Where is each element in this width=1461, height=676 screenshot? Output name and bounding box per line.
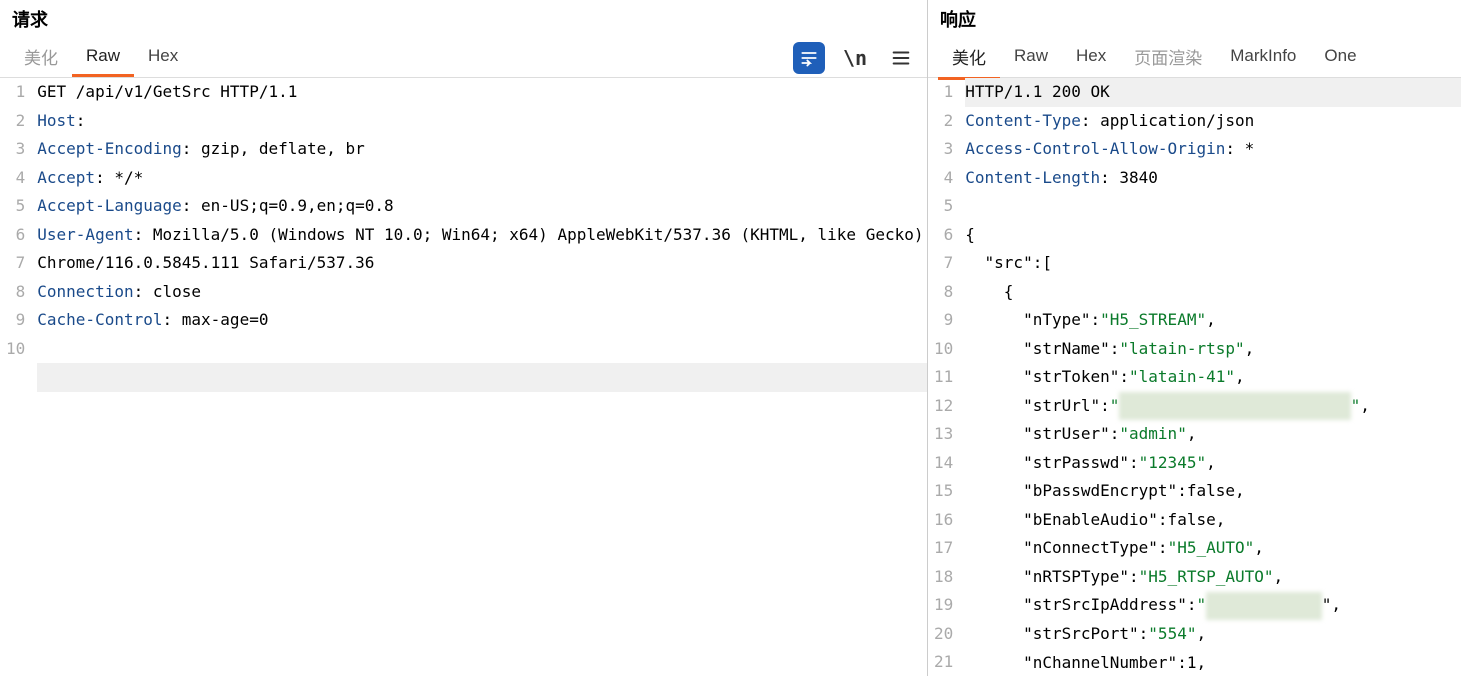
code-line[interactable]: Connection: close — [37, 278, 927, 307]
response-tabbar: 美化 Raw Hex 页面渲染 MarkInfo One — [928, 38, 1461, 78]
code-line[interactable] — [965, 192, 1461, 221]
code-line[interactable]: GET /api/v1/GetSrc HTTP/1.1 — [37, 78, 927, 107]
response-code[interactable]: 123456789101112131415161718192021 HTTP/1… — [928, 78, 1461, 676]
code-line[interactable]: Accept-Encoding: gzip, deflate, br — [37, 135, 927, 164]
code-line[interactable]: "strUrl":"████████████████████████", — [965, 392, 1461, 421]
code-line[interactable]: "strPasswd":"12345", — [965, 449, 1461, 478]
code-line[interactable]: User-Agent: Mozilla/5.0 (Windows NT 10.0… — [37, 221, 927, 278]
code-line[interactable]: "nType":"H5_STREAM", — [965, 306, 1461, 335]
code-line[interactable]: Cache-Control: max-age=0 — [37, 306, 927, 335]
code-line[interactable]: Accept-Language: en-US;q=0.9,en;q=0.8 — [37, 192, 927, 221]
tab-response-raw[interactable]: Raw — [1000, 38, 1062, 77]
code-line[interactable]: { — [965, 278, 1461, 307]
request-toolbar: \n — [793, 42, 917, 74]
code-line[interactable]: Content-Type: application/json — [965, 107, 1461, 136]
tab-response-pretty[interactable]: 美化 — [938, 36, 1000, 80]
menu-icon[interactable] — [885, 42, 917, 74]
tab-request-pretty[interactable]: 美化 — [10, 36, 72, 80]
code-line[interactable]: "bPasswdEncrypt":false, — [965, 477, 1461, 506]
code-line[interactable]: "strSrcIpAddress":"████████████", — [965, 591, 1461, 620]
code-line[interactable]: Access-Control-Allow-Origin: * — [965, 135, 1461, 164]
code-line[interactable]: "nChannelNumber":1, — [965, 649, 1461, 676]
tab-response-markinfo[interactable]: MarkInfo — [1216, 38, 1310, 77]
code-line[interactable]: Host: — [37, 107, 927, 136]
code-line[interactable]: Accept: */* — [37, 164, 927, 193]
response-pane: 响应 美化 Raw Hex 页面渲染 MarkInfo One 12345678… — [928, 0, 1461, 676]
code-line[interactable]: "src":[ — [965, 249, 1461, 278]
tab-response-render[interactable]: 页面渲染 — [1120, 36, 1216, 80]
code-line[interactable]: "strSrcPort":"554", — [965, 620, 1461, 649]
newline-toggle-icon[interactable]: \n — [839, 42, 871, 74]
request-title: 请求 — [0, 0, 927, 38]
tab-request-raw[interactable]: Raw — [72, 38, 134, 77]
code-line[interactable]: { — [965, 221, 1461, 250]
code-line[interactable]: HTTP/1.1 200 OK — [965, 78, 1461, 107]
code-line[interactable]: "nConnectType":"H5_AUTO", — [965, 534, 1461, 563]
wrap-toggle-icon[interactable] — [793, 42, 825, 74]
code-line[interactable]: "strUser":"admin", — [965, 420, 1461, 449]
request-tabbar: 美化 Raw Hex \n — [0, 38, 927, 78]
tab-request-hex[interactable]: Hex — [134, 38, 192, 77]
tab-response-hex[interactable]: Hex — [1062, 38, 1120, 77]
code-line[interactable]: Content-Length: 3840 — [965, 164, 1461, 193]
code-line[interactable]: "bEnableAudio":false, — [965, 506, 1461, 535]
code-line[interactable]: "nRTSPType":"H5_RTSP_AUTO", — [965, 563, 1461, 592]
tab-response-one[interactable]: One — [1310, 38, 1370, 77]
code-line[interactable]: "strName":"latain-rtsp", — [965, 335, 1461, 364]
request-pane: 请求 美化 Raw Hex \n 12345678910 GET /api/v1… — [0, 0, 928, 676]
response-title: 响应 — [928, 0, 1461, 38]
code-line[interactable] — [37, 363, 927, 392]
code-line[interactable]: "strToken":"latain-41", — [965, 363, 1461, 392]
request-code[interactable]: 12345678910 GET /api/v1/GetSrc HTTP/1.1H… — [0, 78, 927, 676]
code-line[interactable] — [37, 335, 927, 364]
